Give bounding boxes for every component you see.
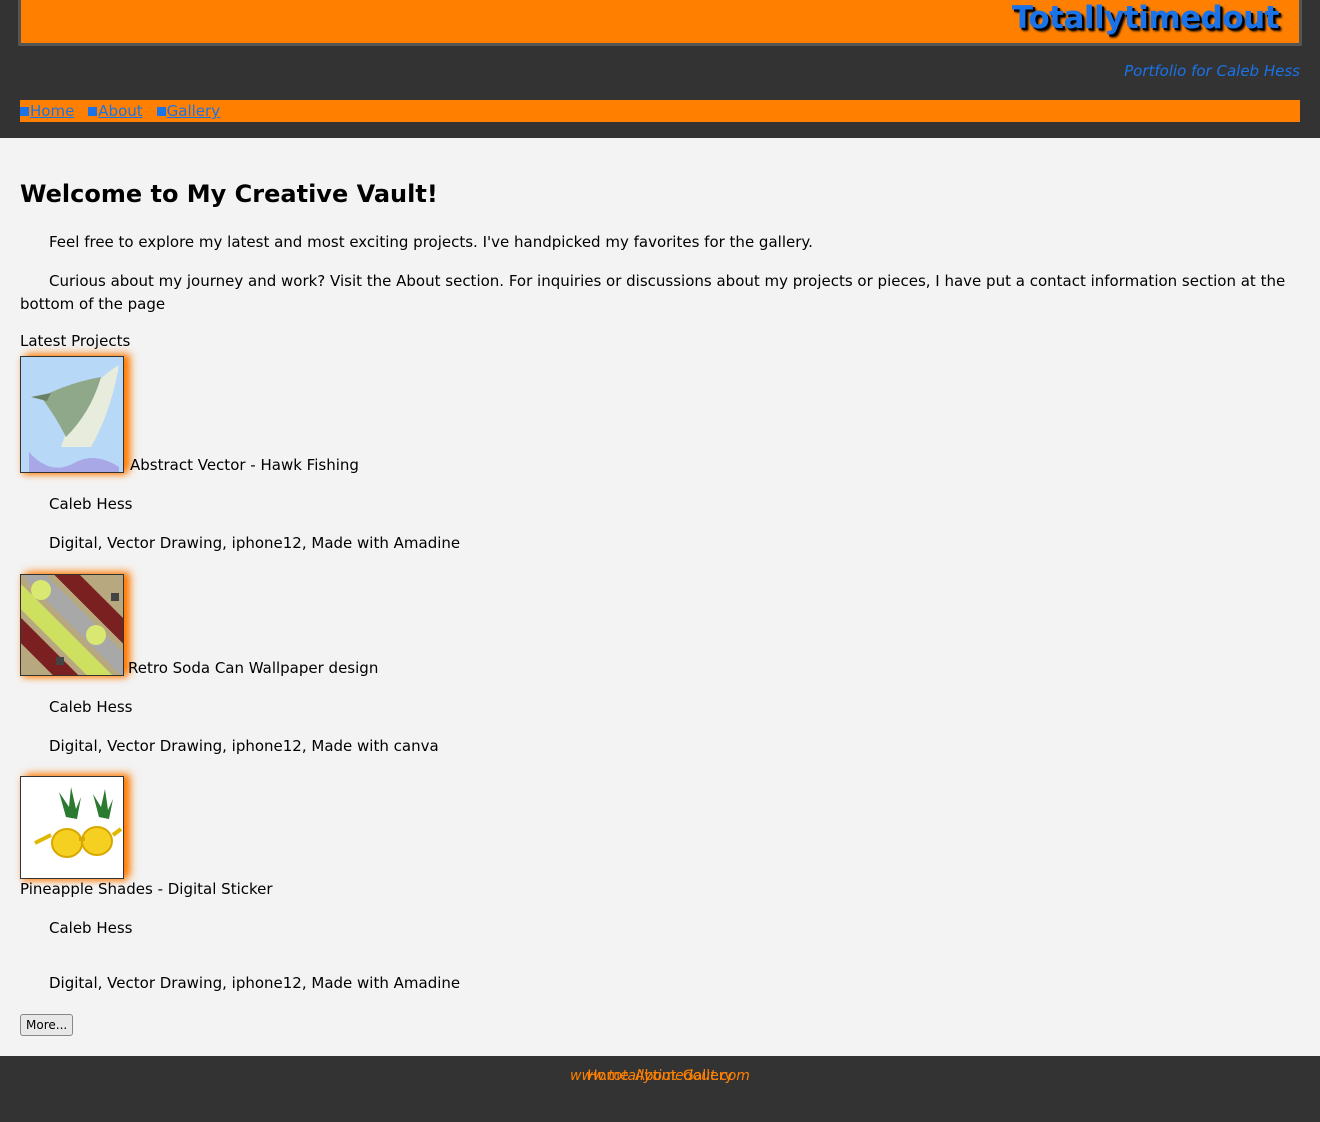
project-author: Caleb Hess [49, 919, 133, 937]
project-details: Digital, Vector Drawing, iphone12, Made … [49, 534, 461, 552]
section-label: Latest Projects [20, 332, 131, 350]
project-thumbnail[interactable] [20, 574, 124, 676]
footer-link-home[interactable]: Home [587, 1068, 628, 1084]
site-footer: www.totallytimedout.com Home About Galle… [0, 1056, 1320, 1122]
site-title: Totallytimedout [1011, 0, 1280, 36]
title-banner: Totallytimedout [18, 0, 1302, 46]
footer-content: www.totallytimedout.com Home About Galle… [0, 1068, 1320, 1088]
nav-item-home[interactable]: Home [20, 102, 74, 120]
nav-item-label: Home [30, 102, 75, 120]
project-details: Digital, Vector Drawing, iphone12, Made … [49, 974, 461, 992]
footer-links: Home About Gallery [0, 1068, 1320, 1084]
page-title: Welcome to My Creative Vault! [20, 180, 438, 208]
soda-can-artwork-image [21, 575, 123, 675]
pineapple-shades-artwork-image [21, 777, 123, 878]
nav-item-label: Gallery [166, 102, 221, 120]
project-title: Retro Soda Can Wallpaper design [128, 659, 379, 677]
nav-item-gallery[interactable]: Gallery [156, 102, 221, 120]
intro-paragraph: Feel free to explore my latest and most … [49, 233, 813, 251]
square-bullet-icon [20, 106, 29, 116]
nav-item-label: About [98, 102, 143, 120]
project-title: Abstract Vector - Hawk Fishing [130, 456, 359, 474]
hawk-artwork-image [21, 357, 123, 472]
project-thumbnail[interactable] [20, 356, 124, 473]
square-bullet-icon [156, 106, 166, 116]
project-thumbnail[interactable] [20, 776, 124, 879]
footer-link-gallery[interactable]: Gallery [683, 1068, 733, 1084]
project-title: Pineapple Shades - Digital Sticker [20, 880, 273, 898]
site-header: Totallytimedout Portfolio for Caleb Hess… [0, 0, 1320, 138]
project-author: Caleb Hess [49, 495, 133, 513]
footer-link-about[interactable]: About [635, 1068, 676, 1084]
intro-paragraph: Curious about my journey and work? Visit… [20, 272, 1286, 313]
main-nav: Home About Gallery [20, 100, 1300, 122]
square-bullet-icon [88, 106, 98, 116]
project-author: Caleb Hess [49, 698, 133, 716]
site-subtitle: Portfolio for Caleb Hess [1124, 62, 1300, 80]
more-button[interactable]: More... [20, 1014, 74, 1036]
project-details: Digital, Vector Drawing, iphone12, Made … [49, 737, 439, 755]
nav-item-about[interactable]: About [88, 102, 143, 120]
